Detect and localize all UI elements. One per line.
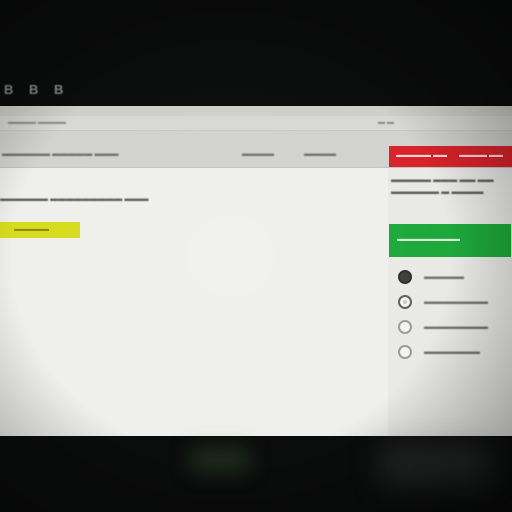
background-text: B B B [4,82,70,97]
options-heading-line-1: ▬▬▬▬▬ ▬▬▬ ▬▬ ▬▬ [391,175,494,184]
options-heading: ▬▬▬▬▬ ▬▬▬ ▬▬ ▬▬ ▬▬▬▬▬▬ ▬ ▬▬▬▬ [391,174,494,198]
radio-icon-empty [398,320,412,334]
options-panel: ▬▬▬▬▬ ▬▬▬ ▬▬ ▬▬ ▬▬▬▬▬▬ ▬ ▬▬▬▬ ▬▬▬▬▬▬▬▬▬ … [388,168,512,436]
radio-icon-selected [398,295,412,309]
radio-icon-filled [398,270,412,284]
toolbar-label-left: ▬▬▬▬▬▬ ▬▬▬▬▬ ▬▬▬ [2,149,119,158]
primary-action-button[interactable]: ▬▬▬▬▬▬▬▬▬ [389,224,511,257]
content-text-line: ▬▬▬▬▬▬ ▬▬▬▬▬▬▬▬▬ ▬▬▬ [0,194,149,203]
primary-action-button-label: ▬▬▬▬▬▬▬▬▬ [397,236,460,243]
tab-1[interactable]: ▬▬▬▬ ▬▬▬▬ [8,119,66,126]
window-title-strip [0,106,512,116]
header-right-text-right: ▬▬▬▬ ▬▬ [459,152,503,159]
highlighted-item[interactable]: ▬▬▬▬▬ [0,222,80,238]
background-blur-light-1 [190,448,250,472]
main-content: ▬▬▬▬▬▬ ▬▬▬▬▬▬▬▬▬ ▬▬▬ ▬▬▬▬▬ [0,168,388,436]
toolbar-label-mid: ▬▬▬▬ [242,149,274,158]
background-blur-light-2 [380,442,490,486]
tab-2[interactable]: ▬ ▬ [378,119,394,126]
right-header-bar: ▬▬▬▬▬ ▬▬ ▬▬▬▬ ▬▬ [389,146,512,167]
header-right-text-left: ▬▬▬▬▬ ▬▬ [396,152,447,159]
radio-icon-empty [398,345,412,359]
monitor-screen: ▬▬▬▬ ▬▬▬▬ ▬ ▬ ▬▬▬▬▬▬ ▬▬▬▬▬ ▬▬▬ ▬▬▬▬ ▬▬▬▬… [0,106,512,436]
option-label: ▬▬▬▬▬▬▬ [424,347,480,356]
option-label: ▬▬▬▬▬▬▬▬ [424,322,488,331]
browser-tabbar: ▬▬▬▬ ▬▬▬▬ ▬ ▬ [0,116,512,131]
toolbar-label-right: ▬▬▬▬ [304,149,336,158]
option-label: ▬▬▬▬▬ [424,272,464,281]
options-heading-line-2: ▬▬▬▬▬▬ ▬ ▬▬▬▬ [391,187,484,196]
option-label: ▬▬▬▬▬▬▬▬ [424,297,488,306]
